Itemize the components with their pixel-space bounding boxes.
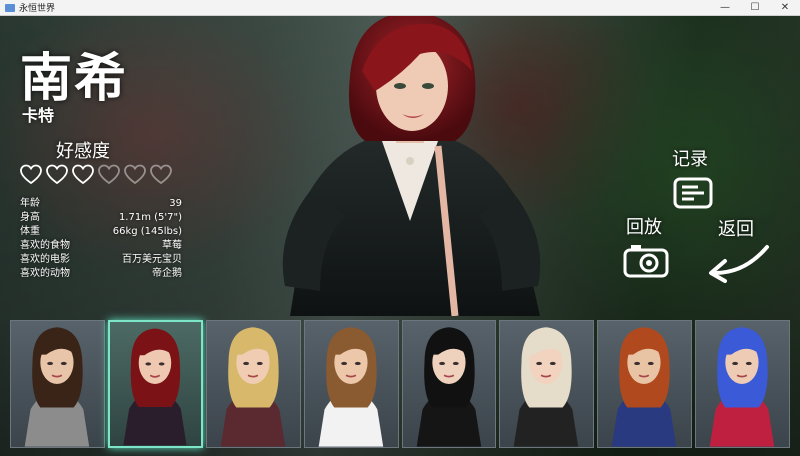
roster-card-7[interactable]	[597, 320, 693, 448]
stat-value: 66kg (145lbs)	[112, 226, 182, 237]
affinity-hearts	[20, 164, 172, 186]
minimize-button[interactable]: —	[710, 0, 740, 16]
back-label: 返回	[718, 219, 754, 240]
character-roster	[10, 318, 790, 456]
record-label: 记录	[672, 149, 708, 170]
roster-card-8[interactable]	[695, 320, 790, 448]
heart-empty-icon	[124, 164, 146, 185]
app-icon	[5, 3, 15, 12]
stat-row: 喜欢的食物 草莓	[20, 239, 182, 253]
heart-filled-icon	[46, 164, 68, 185]
camera-replay-button[interactable]	[623, 242, 669, 278]
stat-label: 喜欢的食物	[20, 240, 70, 251]
stat-row: 体重 66kg (145lbs)	[20, 225, 182, 239]
stat-row: 喜欢的电影 百万美元宝贝	[20, 253, 182, 267]
stat-label: 年龄	[20, 198, 40, 209]
window-titlebar: 永恒世界 — ☐ ✕	[0, 0, 800, 16]
roster-card-6[interactable]	[499, 320, 595, 448]
character-surname: 卡特	[22, 106, 55, 125]
heart-filled-icon	[72, 164, 94, 185]
stat-value: 1.71m (5'7")	[118, 212, 182, 223]
roster-portrait	[514, 327, 579, 447]
window-title: 永恒世界	[19, 4, 56, 14]
stat-row: 喜欢的动物 帝企鹅	[20, 267, 182, 281]
affinity-label: 好感度	[56, 141, 110, 162]
roster-card-2[interactable]	[107, 320, 203, 448]
roster-portrait	[318, 327, 383, 447]
stat-value: 草莓	[162, 240, 182, 251]
roster-portrait	[709, 327, 775, 447]
stat-value: 39	[169, 198, 182, 209]
stat-label: 喜欢的电影	[20, 254, 70, 265]
character-name: 南希	[20, 49, 129, 109]
roster-portrait	[611, 327, 677, 447]
stat-label: 喜欢的动物	[20, 268, 70, 279]
replay-label: 回放	[626, 217, 662, 238]
game-scene: 南希 卡特 好感度 年龄 39 身高 1.71m (5'7") 体重 66kg (145l…	[0, 16, 800, 456]
stat-row: 身高 1.71m (5'7")	[20, 211, 182, 225]
stat-label: 身高	[20, 212, 40, 223]
back-arrow-button[interactable]	[705, 243, 771, 283]
roster-card-5[interactable]	[401, 320, 497, 448]
roster-card-3[interactable]	[205, 320, 301, 448]
heart-empty-icon	[98, 164, 120, 185]
stat-label: 体重	[20, 226, 40, 237]
character-portrait	[282, 16, 541, 316]
character-stats: 年龄 39 身高 1.71m (5'7") 体重 66kg (145lbs) 喜欢的食物 草莓…	[20, 197, 182, 281]
heart-filled-icon	[20, 164, 42, 185]
roster-portrait	[220, 327, 285, 447]
roster-portrait	[24, 327, 90, 447]
close-button[interactable]: ✕	[770, 0, 800, 16]
stat-value: 帝企鹅	[152, 268, 182, 279]
heart-empty-icon	[150, 164, 172, 185]
roster-card-1[interactable]	[10, 320, 105, 448]
stat-value: 百万美元宝贝	[122, 254, 182, 265]
maximize-button[interactable]: ☐	[740, 0, 770, 16]
roster-card-4[interactable]	[303, 320, 399, 448]
roster-portrait	[416, 327, 481, 447]
stat-row: 年龄 39	[20, 197, 182, 211]
roster-portrait	[123, 328, 187, 446]
record-button[interactable]	[673, 177, 713, 209]
